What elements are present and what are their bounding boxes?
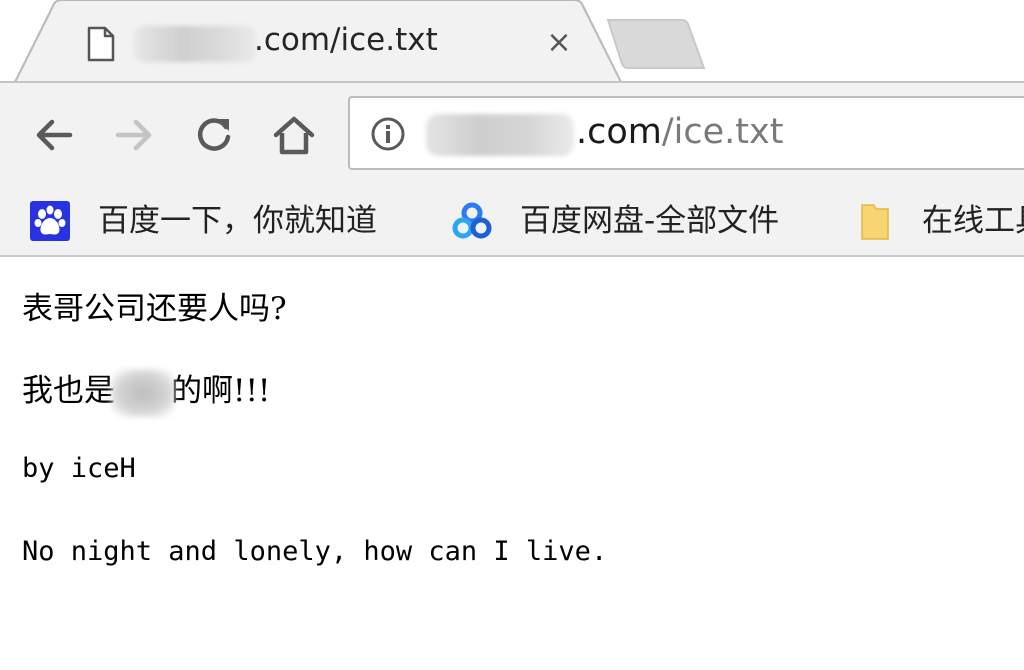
baidu-pan-icon [452, 201, 492, 241]
back-arrow-icon [36, 119, 73, 151]
text-fragment: 的啊!!! [171, 373, 271, 409]
text-fragment: 我也是 [22, 373, 115, 409]
redacted-host-blur [426, 114, 574, 156]
home-button[interactable] [272, 113, 316, 157]
file-icon [86, 26, 116, 62]
toolbar: .com/ice.txt [0, 83, 1024, 183]
tab-close-button[interactable]: × [542, 26, 576, 60]
new-tab-button[interactable] [606, 18, 706, 70]
text-line: by iceH [22, 453, 136, 484]
bookmark-label: 在线工具 [922, 203, 1024, 239]
url-host: .com [576, 112, 662, 152]
bookmarks-bar: 百度一下，你就知道 百度网盘-全部文件 在线工具 [0, 183, 1024, 257]
tab-title: .com/ice.txt [254, 22, 438, 58]
baidu-paw-icon [30, 201, 70, 241]
forward-arrow-icon [115, 119, 152, 151]
bookmark-label: 百度一下，你就知道 [98, 203, 377, 239]
address-bar-url: .com/ice.txt [576, 112, 783, 152]
bookmark-label: 百度网盘-全部文件 [520, 203, 780, 239]
text-line: 表哥公司还要人吗? [22, 291, 287, 327]
url-path: /ice.txt [661, 112, 784, 152]
reload-icon [198, 118, 231, 151]
page-content: 表哥公司还要人吗? 我也是 的啊!!! by iceH No night and … [22, 258, 1022, 670]
folder-icon [854, 201, 894, 241]
back-button[interactable] [32, 113, 76, 157]
text-line: 我也是 的啊!!! [22, 365, 270, 417]
reload-button[interactable] [192, 113, 236, 157]
info-icon[interactable] [370, 116, 406, 152]
redacted-blur [111, 368, 175, 417]
text-line: No night and lonely, how can I live. [22, 536, 608, 567]
redacted-host-blur [134, 26, 256, 62]
forward-button[interactable] [112, 113, 156, 157]
tab-strip: .com/ice.txt × [0, 0, 1024, 84]
home-icon [273, 116, 315, 155]
address-bar[interactable]: .com/ice.txt [348, 96, 1024, 170]
browser-window: .com/ice.txt × .com/ice.txt 百度一下，你就知道 百度… [0, 0, 1024, 670]
active-tab[interactable]: .com/ice.txt × [14, 0, 626, 84]
